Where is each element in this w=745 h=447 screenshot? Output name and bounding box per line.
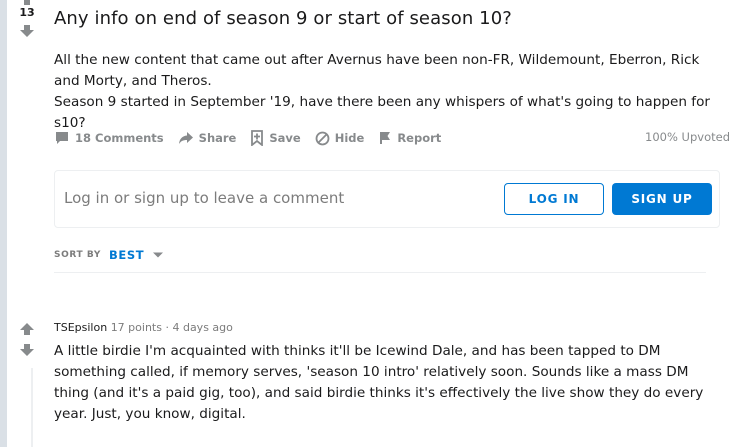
post-score: 13	[19, 6, 35, 19]
bookmark-icon	[251, 130, 264, 146]
flag-icon	[380, 132, 391, 144]
comment-icon	[56, 132, 68, 144]
save-button[interactable]: Save	[250, 130, 301, 146]
comments-count-label: 18 Comments	[75, 131, 164, 145]
comment-body: A little birdie I'm acquainted with thin…	[54, 343, 704, 422]
upvote-arrow-icon[interactable]	[19, 322, 35, 336]
comment-timestamp[interactable]: 4 days ago	[172, 321, 232, 334]
meta-separator: ·	[165, 321, 169, 334]
hide-icon	[315, 131, 330, 145]
hide-label: Hide	[334, 131, 365, 145]
hide-button[interactable]: Hide	[315, 131, 365, 146]
chevron-down-icon[interactable]	[152, 251, 164, 259]
downvote-arrow-icon[interactable]	[19, 343, 35, 357]
post-body-paragraph: Season 9 started in September '19, have …	[54, 94, 710, 131]
post-actions-bar: 18 Comments Share Save Hide Report 100% …	[54, 129, 730, 147]
log-in-button[interactable]: LOG IN	[504, 183, 604, 215]
comment-meta: TSEpsilon 17 points · 4 days ago	[54, 321, 233, 334]
upvote-ratio: 100% Upvoted	[645, 130, 730, 144]
post-body: All the new content that came out after …	[54, 50, 726, 134]
share-label: Share	[198, 131, 237, 145]
post-title: Any info on end of season 9 or start of …	[54, 8, 512, 29]
report-button[interactable]: Report	[378, 131, 441, 145]
divider	[54, 272, 706, 273]
left-rail	[0, 0, 7, 447]
comment-author[interactable]: TSEpsilon	[54, 321, 107, 334]
sign-up-button[interactable]: SIGN UP	[612, 183, 712, 215]
sort-by-label: SORT BY	[54, 250, 102, 260]
share-icon	[178, 132, 193, 144]
comment-thread-line[interactable]	[31, 368, 33, 447]
report-label: Report	[397, 131, 442, 145]
comment-points: 17 points	[110, 321, 162, 334]
comment-vote-column	[14, 322, 40, 357]
share-button[interactable]: Share	[178, 131, 237, 145]
comments-button[interactable]: 18 Comments	[54, 131, 164, 145]
sort-control[interactable]: SORT BY BEST	[54, 248, 164, 262]
comment-login-prompt: Log in or sign up to leave a comment LOG…	[54, 170, 720, 228]
save-label: Save	[269, 131, 301, 145]
comment-prompt-text: Log in or sign up to leave a comment	[64, 189, 345, 207]
post-body-paragraph: All the new content that came out after …	[54, 52, 700, 89]
post-vote-column: 13	[14, 0, 40, 38]
downvote-arrow-icon[interactable]	[19, 24, 35, 38]
sort-selected-value[interactable]: BEST	[109, 248, 144, 262]
